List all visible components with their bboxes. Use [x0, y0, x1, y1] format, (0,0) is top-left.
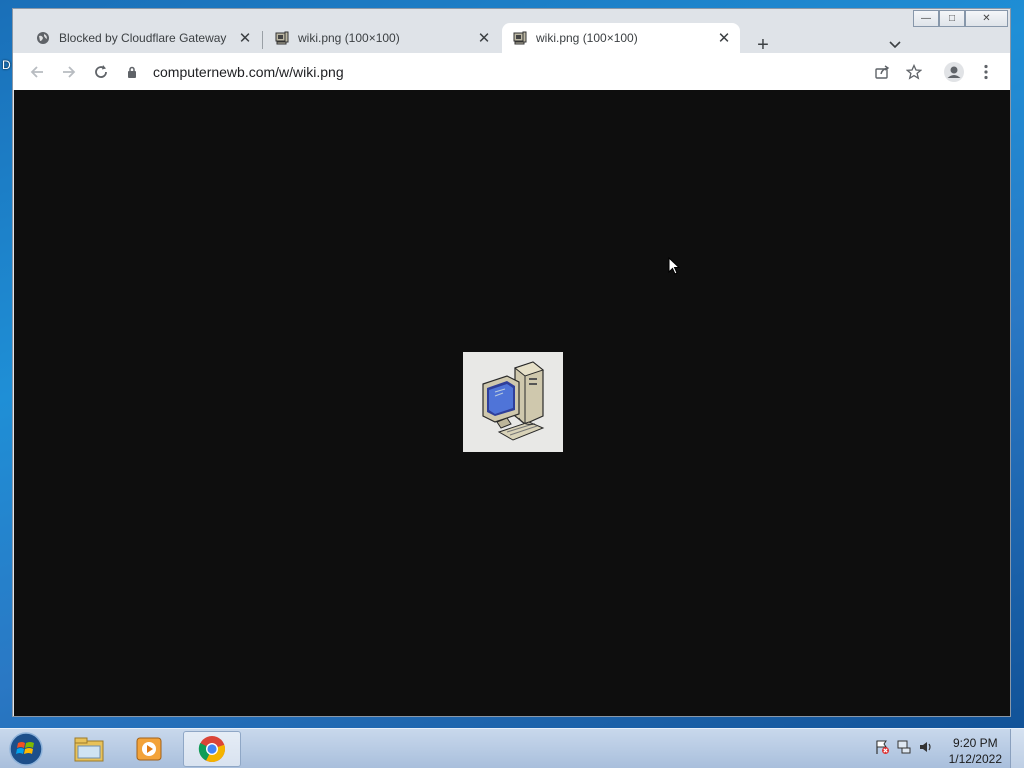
page-viewport — [14, 90, 1010, 716]
profile-avatar-icon[interactable] — [938, 56, 970, 88]
show-desktop-button[interactable] — [1010, 729, 1024, 768]
computer-icon — [512, 30, 528, 46]
tab-close-button[interactable]: ✕ — [714, 28, 734, 48]
tab-close-button[interactable]: ✕ — [474, 28, 494, 48]
file-explorer-icon[interactable] — [60, 731, 118, 767]
network-icon[interactable] — [896, 739, 912, 760]
clock-time: 9:20 PM — [952, 736, 998, 750]
share-icon[interactable] — [866, 56, 898, 88]
tab-wiki-png-1[interactable]: wiki.png (100×100) ✕ — [264, 23, 500, 53]
computer-icon — [274, 30, 290, 46]
url-text[interactable]: computernewb.com/w/wiki.png — [153, 64, 344, 80]
toolbar-right-icons — [866, 56, 1002, 88]
tab-close-button[interactable]: ✕ — [235, 28, 255, 48]
tab-title: Blocked by Cloudflare Gateway — [59, 31, 227, 45]
mouse-cursor-icon — [668, 256, 681, 280]
more-menu-icon[interactable] — [970, 56, 1002, 88]
bookmark-star-icon[interactable] — [898, 56, 930, 88]
tab-blocked-cloudflare[interactable]: Blocked by Cloudflare Gateway ✕ — [25, 23, 261, 53]
globe-icon — [35, 30, 51, 46]
desktop-icon-label[interactable]: D — [2, 58, 11, 72]
reload-icon[interactable] — [85, 56, 117, 88]
media-player-icon[interactable] — [120, 731, 178, 767]
browser-window: — □ ✕ Blocked by Cloudflare Gateway ✕ wi… — [12, 8, 1011, 717]
tab-title: wiki.png (100×100) — [536, 31, 638, 45]
system-tray — [874, 739, 934, 760]
computer-clipart-icon — [482, 361, 545, 441]
tab-separator — [262, 31, 263, 49]
forward-arrow-icon[interactable] — [53, 56, 85, 88]
chrome-icon[interactable] — [183, 731, 241, 767]
tab-strip: Blocked by Cloudflare Gateway ✕ wiki.png… — [13, 17, 1010, 56]
action-center-flag-icon[interactable] — [874, 739, 890, 760]
volume-speaker-icon[interactable] — [918, 739, 934, 760]
tab-wiki-png-active[interactable]: wiki.png (100×100) ✕ — [502, 23, 740, 53]
start-orb-icon[interactable] — [6, 730, 46, 768]
clock[interactable]: 9:20 PM 1/12/2022 — [949, 735, 1002, 767]
back-arrow-icon[interactable] — [21, 56, 53, 88]
tab-title: wiki.png (100×100) — [298, 31, 400, 45]
clock-date: 1/12/2022 — [948, 752, 1002, 766]
taskbar: 9:20 PM 1/12/2022 — [0, 728, 1024, 768]
wiki-image[interactable] — [463, 352, 563, 452]
browser-toolbar: computernewb.com/w/wiki.png — [13, 53, 1010, 90]
lock-icon[interactable] — [121, 66, 143, 78]
